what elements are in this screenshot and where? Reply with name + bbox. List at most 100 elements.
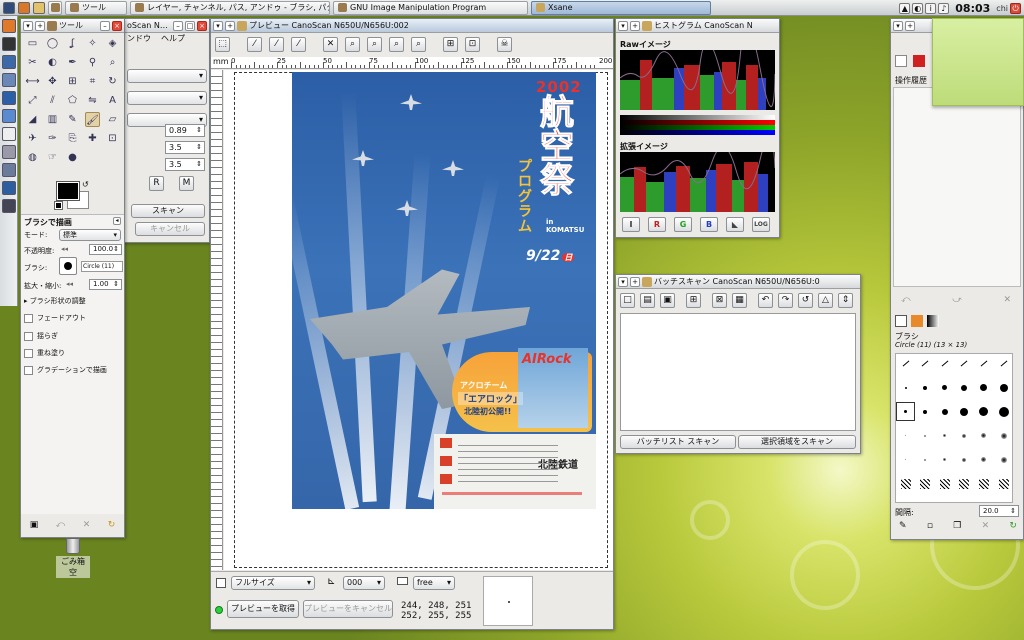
brush-cell[interactable] xyxy=(974,474,993,493)
delete-options-icon[interactable]: ✕ xyxy=(83,520,91,530)
menu-help[interactable]: ヘルプ xyxy=(161,33,185,45)
brush-cell[interactable] xyxy=(955,378,974,397)
brush-cell[interactable] xyxy=(935,426,954,445)
brush-cell[interactable] xyxy=(974,450,993,469)
preview-canvas[interactable]: 2002 航空祭 プログラム in KOMATSU 9/22 日 AIRock ア… xyxy=(224,70,613,570)
rect-select-tool-icon[interactable]: ▭ xyxy=(25,36,40,51)
media-icon[interactable] xyxy=(2,199,16,213)
tray-up-icon[interactable]: ▲ xyxy=(899,2,911,14)
tray-settings-icon[interactable]: ◐ xyxy=(912,2,924,14)
batch-list-scan-button[interactable]: バッチリスト スキャン xyxy=(620,435,736,449)
move-tool-icon[interactable]: ✥ xyxy=(45,74,60,89)
histogram-intensity-button[interactable]: I xyxy=(622,217,640,232)
swap-colors-icon[interactable]: ↺ xyxy=(82,180,89,189)
gradient-checkbox[interactable] xyxy=(24,365,33,375)
brush-cell[interactable] xyxy=(935,450,954,469)
batch-save-list-icon[interactable]: ▣ xyxy=(660,293,675,308)
foreground-color[interactable] xyxy=(56,181,80,201)
brush-cell[interactable] xyxy=(935,378,954,397)
folder-icon[interactable] xyxy=(33,1,45,14)
zoom-out-icon[interactable]: ⌕ xyxy=(345,37,360,52)
acquire-preview-button[interactable]: プレビューを取得 xyxy=(227,600,299,618)
brush-cell[interactable] xyxy=(916,450,935,469)
calculator-icon[interactable] xyxy=(2,145,16,159)
brush-cell[interactable] xyxy=(994,378,1012,397)
ellipse-select-tool-icon[interactable]: ◯ xyxy=(45,36,60,51)
histogram-blue-button[interactable]: B xyxy=(700,217,718,232)
brush-cell[interactable] xyxy=(916,402,935,421)
blend-tool-icon[interactable]: ▥ xyxy=(45,112,60,127)
pin-button[interactable]: + xyxy=(35,20,45,31)
brush-cell[interactable] xyxy=(916,426,935,445)
refresh-brushes-icon[interactable]: ↻ xyxy=(1009,521,1017,531)
bucket-fill-tool-icon[interactable]: ◢ xyxy=(25,112,40,127)
clock[interactable]: 08:03 xyxy=(955,2,990,15)
brush-tab-icon[interactable] xyxy=(895,315,907,327)
batch-list[interactable] xyxy=(620,313,856,431)
brush-cell[interactable] xyxy=(896,450,915,469)
brush-cell[interactable] xyxy=(994,474,1012,493)
zoom-tool-icon[interactable]: ⌕ xyxy=(105,55,120,70)
rotate-icon[interactable]: ✕ xyxy=(323,37,338,52)
brush-cell[interactable] xyxy=(974,378,993,397)
text-tool-icon[interactable]: A xyxy=(105,93,120,108)
settings-icon[interactable] xyxy=(2,181,16,195)
reset-options-icon[interactable]: ↻ xyxy=(108,520,116,530)
delete-preview-icon[interactable]: ☠ xyxy=(497,37,512,52)
power-icon[interactable]: ⏻ xyxy=(1010,2,1021,14)
window-menu-button[interactable]: ▾ xyxy=(213,20,223,31)
dodge-tool-icon[interactable]: ● xyxy=(65,150,80,165)
tray-info-icon[interactable]: i xyxy=(925,2,937,14)
window-menu-button[interactable]: ▾ xyxy=(618,276,628,287)
window-menu-button[interactable]: ▾ xyxy=(618,20,628,31)
perspective-tool-icon[interactable]: ⬠ xyxy=(65,93,80,108)
opacity-slider-icon[interactable]: ◂◂ xyxy=(61,245,68,253)
histogram-pixel-button[interactable]: ◣ xyxy=(726,217,744,232)
fuzzy-select-tool-icon[interactable]: ✧ xyxy=(85,36,100,51)
scissors-tool-icon[interactable]: ✂ xyxy=(25,55,40,70)
taskbar-item-tools[interactable]: ツール xyxy=(65,0,127,15)
histogram-red-button[interactable]: R xyxy=(648,217,666,232)
brush-cell[interactable] xyxy=(955,450,974,469)
scan-selected-button[interactable]: 選択領域をスキャン xyxy=(738,435,856,449)
fade-out-option[interactable]: フェードアウト xyxy=(24,313,86,323)
clear-history-icon[interactable]: ✕ xyxy=(1003,295,1011,305)
incremental-option[interactable]: 重ね塗り xyxy=(24,348,65,358)
jitter-checkbox[interactable] xyxy=(24,331,33,341)
aspect-ratio-select[interactable]: free xyxy=(413,576,455,590)
undo-history-list[interactable] xyxy=(893,87,1021,287)
brightness-spin[interactable]: 3.5 xyxy=(165,141,205,154)
brush-cell[interactable] xyxy=(955,354,974,373)
web-icon[interactable] xyxy=(2,109,16,123)
batch-new-list-icon[interactable]: □ xyxy=(620,293,635,308)
batch-add-area-icon[interactable]: ⊞ xyxy=(686,293,701,308)
taskbar-item-gimp[interactable] xyxy=(48,0,62,15)
scan-cancel-button[interactable]: キャンセル xyxy=(135,222,205,236)
scale-spin[interactable]: 1.00 xyxy=(89,279,122,290)
perspective-clone-tool-icon[interactable]: ⊡ xyxy=(105,131,120,146)
duplicate-brush-icon[interactable]: ❐ xyxy=(953,521,961,531)
firefox-icon[interactable] xyxy=(18,1,30,14)
channel-r-button[interactable]: R xyxy=(149,176,164,191)
brush-cell[interactable] xyxy=(935,354,954,373)
contrast-spin[interactable]: 3.5 xyxy=(165,158,205,171)
pencil-tool-icon[interactable]: ✎ xyxy=(65,112,80,127)
minimize-button[interactable]: – xyxy=(173,20,183,31)
pen-icon[interactable] xyxy=(2,127,16,141)
batch-delete-area-icon[interactable]: ⊠ xyxy=(712,293,727,308)
airbrush-tool-icon[interactable]: ✈ xyxy=(25,131,40,146)
batch-rotate-right-icon[interactable]: ↷ xyxy=(778,293,793,308)
terminal-icon[interactable] xyxy=(2,37,16,51)
save-options-icon[interactable]: ▣ xyxy=(30,520,39,530)
histogram-green-button[interactable]: G xyxy=(674,217,692,232)
layers-tab-icon[interactable] xyxy=(895,55,907,67)
panel-menu-button[interactable]: ◂ xyxy=(113,217,121,225)
spacing-spin[interactable]: 20.0 xyxy=(979,505,1019,517)
incremental-checkbox[interactable] xyxy=(24,348,33,358)
color-select-tool-icon[interactable]: ◈ xyxy=(105,36,120,51)
menu-window[interactable]: ンドウ xyxy=(127,33,151,45)
brush-cell[interactable] xyxy=(896,402,915,421)
window-menu-button[interactable]: ▾ xyxy=(23,20,33,31)
pipette-black-icon[interactable]: ⁄ xyxy=(291,37,306,52)
crop-tool-icon[interactable]: ⌗ xyxy=(85,74,100,89)
